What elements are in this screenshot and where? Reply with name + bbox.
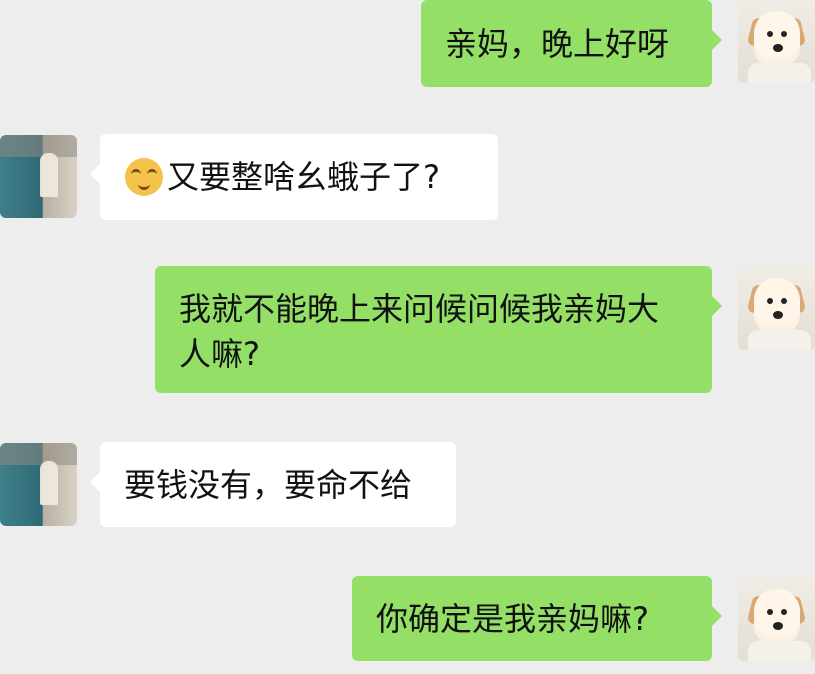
face-icon (125, 158, 163, 196)
dog-body (748, 641, 811, 661)
message-text: 你确定是我亲妈嘛? (376, 599, 649, 638)
dog-face (754, 11, 800, 66)
mom-avatar[interactable] (0, 135, 77, 218)
mom-avatar[interactable] (0, 443, 77, 526)
dog-body (748, 330, 811, 350)
dog-body (748, 63, 811, 83)
self-avatar[interactable] (738, 578, 815, 661)
dog-face (754, 589, 800, 644)
dog-eye-left (767, 31, 773, 37)
face-icon-mouth (138, 180, 150, 190)
message-bubble-mom-2[interactable]: 要钱没有，要命不给 (90, 442, 456, 527)
dog-nose (773, 622, 783, 630)
dog-eye-left (767, 609, 773, 615)
message-text: 我就不能晚上来问候问候我亲妈大人嘛? (179, 290, 660, 373)
dog-nose (773, 311, 783, 319)
self-avatar[interactable] (738, 267, 815, 350)
message-text: 又要整啥幺蛾子了? (167, 158, 440, 196)
message-bubble-self-2[interactable]: 我就不能晚上来问候问候我亲妈大人嘛? (155, 266, 722, 393)
self-avatar[interactable] (738, 0, 815, 83)
dog-eye-left (767, 298, 773, 304)
message-bubble-mom-1[interactable]: 又要整啥幺蛾子了? (90, 134, 498, 220)
message-text: 亲妈，晚上好呀 (445, 24, 670, 63)
message-bubble-self-3[interactable]: 你确定是我亲妈嘛? (352, 576, 722, 661)
dog-face (754, 278, 800, 333)
message-bubble-self-1[interactable]: 亲妈，晚上好呀 (421, 0, 722, 87)
dog-eye-right (781, 609, 787, 615)
dog-eye-right (781, 31, 787, 37)
dog-eye-right (781, 298, 787, 304)
dog-nose (773, 44, 783, 52)
message-text: 要钱没有，要命不给 (124, 465, 413, 504)
